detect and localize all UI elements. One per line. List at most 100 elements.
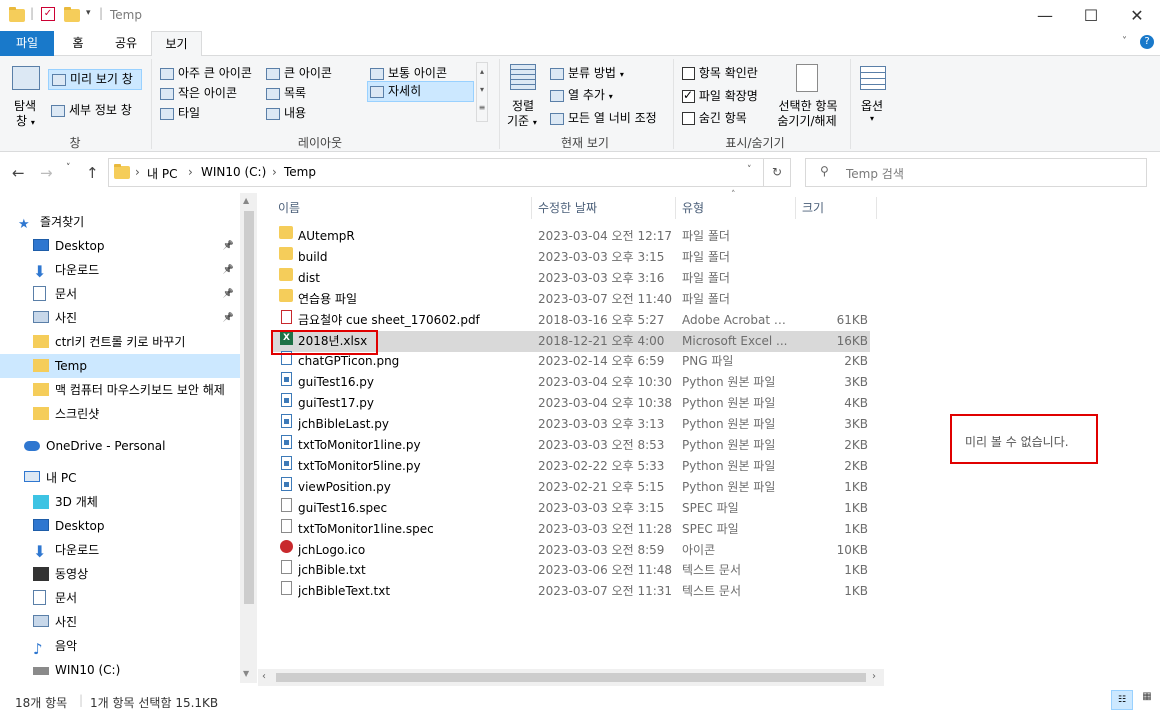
file-row[interactable]: guiTest17.py 2023-03-04 오후 10:38 Python 원본… [272,393,870,414]
file-row[interactable]: txtToMonitor5line.py 2023-02-22 오후 5:33 Py… [272,455,870,477]
column-header-date[interactable]: 수정한 날짜 [538,197,597,219]
nav-item-quick-7[interactable]: 스크린샷 [0,402,240,426]
maximize-button[interactable]: ☐ [1068,0,1114,31]
details-view-toggle-icon[interactable]: ☷ [1111,690,1133,710]
forward-button[interactable]: → [40,164,53,182]
nav-scrollbar[interactable]: ▲ ▼ [240,193,257,683]
nav-item-pc-4[interactable]: 문서 [0,586,240,610]
nav-onedrive[interactable]: OneDrive - Personal [0,434,240,458]
file-row[interactable]: jchBibleText.txt 2023-03-07 오전 11:31 텍스트 문… [272,581,870,602]
layout-scroll[interactable]: ▴ ▾ ≡ [476,62,488,122]
nav-item-quick-4[interactable]: ctrl키 컨트롤 키로 바꾸기 [0,330,240,354]
layout-small-icons[interactable]: 작은 아이콘 [160,84,237,101]
file-row[interactable]: jchLogo.ico 2023-03-03 오전 8:59 아이콘 10KB [272,539,870,561]
up-button[interactable]: ↑ [86,164,99,182]
scroll-left-icon[interactable]: ‹ [262,671,266,682]
minimize-button[interactable]: — [1022,0,1068,31]
nav-item-quick-5[interactable]: Temp [0,354,240,378]
nav-item-pc-5[interactable]: 사진 [0,610,240,634]
file-extensions-toggle[interactable]: 파일 확장명 [682,87,758,104]
scroll-down-icon[interactable]: ▼ [243,669,249,678]
tab-file[interactable]: 파일 [0,31,54,56]
file-row[interactable]: viewPosition.py 2023-02-21 오후 5:15 Python … [272,476,870,498]
horizontal-scrollbar[interactable]: ‹ › [258,669,884,686]
column-header-size[interactable]: 크기 [802,197,824,219]
hide-selected-label2[interactable]: 숨기기/해제 [772,112,842,129]
hidden-items-toggle[interactable]: 숨긴 항목 [682,109,747,126]
nav-this-pc[interactable]: 내 PC [0,466,240,490]
search-input[interactable]: ⚲ Temp 검색 [805,158,1147,187]
layout-content[interactable]: 내용 [266,104,306,121]
column-divider[interactable] [795,197,796,219]
layout-list[interactable]: 목록 [266,84,306,101]
scroll-thumb[interactable] [276,673,866,682]
close-button[interactable]: ✕ [1114,0,1160,31]
layout-large-icons[interactable]: 큰 아이콘 [266,64,332,81]
pin-icon[interactable]: 📌 [223,234,234,258]
nav-item-quick-3[interactable]: 사진 📌 [0,306,240,330]
file-row[interactable]: jchBibleLast.py 2023-03-03 오후 3:13 Python … [272,414,870,435]
breadcrumb-temp[interactable]: Temp [284,165,316,179]
add-columns-button[interactable]: 열 추가 ▾ [550,86,613,103]
nav-item-quick-0[interactable]: Desktop 📌 [0,234,240,258]
file-row[interactable]: guiTest16.spec 2023-03-03 오후 3:15 SPEC 파일 1… [272,497,870,519]
properties-icon[interactable]: ✓ [41,7,55,21]
nav-item-pc-2[interactable]: ⬇ 다운로드 [0,538,240,562]
recent-locations-button[interactable]: ˅ [66,163,71,173]
nav-item-pc-3[interactable]: 동영상 [0,562,240,586]
tab-view[interactable]: 보기 [151,31,202,57]
pin-icon[interactable]: 📌 [223,282,234,306]
layout-extra-large-icons[interactable]: 아주 큰 아이콘 [160,64,252,81]
file-row[interactable]: 금요철야 cue sheet_170602.pdf 2018-03-16 오후 5… [272,309,870,331]
breadcrumb-this-pc[interactable]: 내 PC [147,165,177,182]
file-row[interactable]: txtToMonitor1line.py 2023-03-03 오전 8:53 Py… [272,435,870,456]
scroll-up-icon[interactable]: ▲ [243,196,249,205]
scroll-right-icon[interactable]: › [872,671,876,682]
column-header-name[interactable]: 이름 [278,197,300,219]
file-row[interactable]: build 2023-03-03 오후 3:15 파일 폴더 [272,246,870,268]
preview-pane-button[interactable]: 미리 보기 창 [48,69,142,90]
file-row[interactable]: dist 2023-03-03 오후 3:16 파일 폴더 [272,267,870,289]
address-bar[interactable]: › 내 PC › WIN10 (C:) › Temp ˅ [108,158,764,187]
nav-item-pc-0[interactable]: 3D 개체 [0,490,240,514]
size-all-columns-button[interactable]: 모든 열 너비 조정 [550,109,657,126]
ribbon-collapse-icon[interactable]: ˅ [1122,36,1127,47]
nav-item-pc-1[interactable]: Desktop [0,514,240,538]
navigation-pane-button[interactable]: 창 ▾ [16,112,35,129]
group-by-button[interactable]: 분류 방법 ▾ [550,64,624,81]
nav-item-quick-6[interactable]: 맥 컴퓨터 마우스키보드 보안 해제 [0,378,240,402]
column-header-type[interactable]: 유형 [682,197,704,219]
file-row[interactable]: guiTest16.py 2023-03-04 오후 10:30 Python 원본… [272,372,870,393]
nav-item-quick-2[interactable]: 문서 📌 [0,282,240,306]
column-divider[interactable] [675,197,676,219]
column-divider[interactable] [876,197,877,219]
layout-medium-icons[interactable]: 보통 아이콘 [370,64,447,81]
nav-item-pc-7[interactable]: WIN10 (C:) [0,658,240,682]
file-row[interactable]: 연습용 파일 2023-03-07 오전 11:40 파일 폴더 [272,288,870,310]
options-button[interactable]: 옵션 [861,97,883,114]
layout-details[interactable]: 자세히 [367,81,474,102]
new-folder-icon[interactable] [64,7,80,25]
back-button[interactable]: ← [12,164,25,182]
file-row[interactable]: txtToMonitor1line.spec 2023-03-03 오전 11:2… [272,518,870,540]
address-dropdown-icon[interactable]: ˅ [747,165,752,175]
dropdown-icon[interactable]: ▾ [870,114,874,123]
file-row[interactable]: jchBible.txt 2023-03-06 오전 11:48 텍스트 문서 1KB [272,560,870,581]
column-divider[interactable] [531,197,532,219]
item-checkboxes-toggle[interactable]: 항목 확인란 [682,64,758,81]
nav-item-quick-1[interactable]: ⬇ 다운로드 📌 [0,258,240,282]
pin-icon[interactable]: 📌 [223,306,234,330]
tab-home[interactable]: 홈 [58,31,98,56]
nav-item-pc-6[interactable]: ♪ 음악 [0,634,240,658]
file-row[interactable]: AUtempR 2023-03-04 오전 12:17 파일 폴더 [272,226,870,247]
large-icons-view-toggle-icon[interactable]: ▦ [1138,691,1156,709]
scroll-thumb[interactable] [244,211,254,604]
help-icon[interactable]: ? [1140,35,1154,49]
customize-quick-access-icon[interactable]: ▾ [86,8,91,18]
nav-quick-access[interactable]: ★ 즐겨찾기 [0,210,240,234]
layout-tiles[interactable]: 타일 [160,104,200,121]
pin-icon[interactable]: 📌 [223,258,234,282]
refresh-button[interactable]: ↻ [763,158,791,187]
sort-by-button[interactable]: 기준 ▾ [507,112,537,129]
breadcrumb-drive[interactable]: WIN10 (C:) [201,165,266,179]
